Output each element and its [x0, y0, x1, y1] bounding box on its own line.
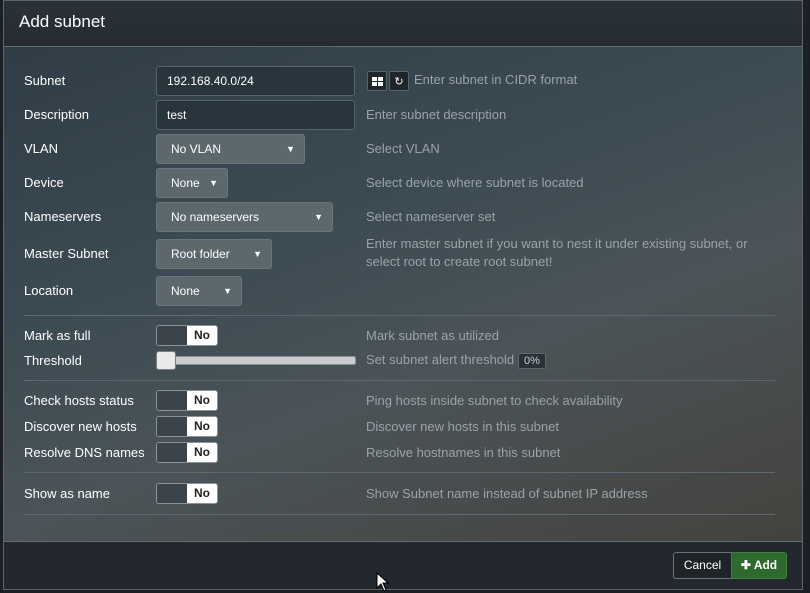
description-hint: Enter subnet description — [366, 107, 507, 122]
master-subnet-row: Master Subnet Root folder ▼ Enter master… — [4, 236, 802, 275]
location-row: Location None ▼ — [4, 276, 802, 306]
master-subnet-hint-line1: Enter master subnet if you want to nest … — [366, 236, 748, 251]
threshold-slider-track[interactable] — [156, 356, 356, 365]
nameservers-select-value: No nameservers — [171, 210, 260, 224]
location-select[interactable]: None ▼ — [156, 276, 242, 306]
toggle-track — [157, 326, 187, 345]
divider — [24, 380, 775, 381]
dialog-body: Subnet 192.168.40.0/24 ↻ Enter subnet in… — [4, 47, 802, 541]
resolve-dns-label: Resolve DNS names — [24, 445, 145, 460]
device-hint: Select device where subnet is located — [366, 175, 584, 190]
vlan-hint: Select VLAN — [366, 141, 440, 156]
discover-hosts-row: Discover new hosts No Discover new hosts… — [4, 416, 802, 437]
subnet-label: Subnet — [24, 73, 66, 88]
check-hosts-hint: Ping hosts inside subnet to check availa… — [366, 393, 623, 408]
show-name-label: Show as name — [24, 486, 110, 501]
discover-hosts-label: Discover new hosts — [24, 419, 137, 434]
toggle-label: No — [187, 484, 217, 503]
device-label: Device — [24, 175, 64, 190]
subnet-row: Subnet 192.168.40.0/24 ↻ Enter subnet in… — [4, 66, 802, 96]
toggle-label: No — [187, 391, 217, 410]
chevron-down-icon: ▼ — [253, 249, 262, 259]
chevron-down-icon: ▼ — [286, 144, 295, 154]
divider — [24, 514, 775, 515]
threshold-label: Threshold — [24, 353, 82, 368]
subnet-hint: Enter subnet in CIDR format — [414, 72, 578, 87]
toggle-track — [157, 484, 187, 503]
master-subnet-select-value: Root folder — [171, 247, 230, 261]
vlan-select[interactable]: No VLAN ▼ — [156, 134, 305, 164]
show-name-hint: Show Subnet name instead of subnet IP ad… — [366, 486, 648, 501]
description-input[interactable]: test — [156, 100, 355, 130]
divider — [24, 315, 775, 316]
mark-full-row: Mark as full No Mark subnet as utilized — [4, 325, 802, 346]
discover-hosts-hint: Discover new hosts in this subnet — [366, 419, 559, 434]
toggle-track — [157, 417, 187, 436]
chevron-down-icon: ▼ — [209, 178, 218, 188]
vlan-select-value: No VLAN — [171, 142, 222, 156]
toggle-track — [157, 443, 187, 462]
threshold-value-badge: 0% — [518, 353, 546, 369]
nameservers-hint: Select nameserver set — [366, 209, 496, 224]
mouse-cursor-icon — [376, 572, 390, 592]
mark-full-toggle[interactable]: No — [156, 325, 218, 346]
grid-icon[interactable] — [367, 71, 387, 91]
toggle-track — [157, 391, 187, 410]
discover-hosts-toggle[interactable]: No — [156, 416, 218, 437]
nameservers-row: Nameservers No nameservers ▼ Select name… — [4, 202, 802, 232]
dialog-header: Add subnet — [4, 1, 802, 47]
master-subnet-select[interactable]: Root folder ▼ — [156, 239, 272, 269]
vlan-row: VLAN No VLAN ▼ Select VLAN — [4, 134, 802, 164]
chevron-down-icon: ▼ — [314, 212, 323, 222]
plus-icon: ✚ — [740, 558, 751, 572]
toggle-label: No — [187, 443, 217, 462]
nameservers-label: Nameservers — [24, 209, 102, 224]
toggle-label: No — [187, 326, 217, 345]
add-button-label: Add — [753, 558, 778, 572]
cancel-button[interactable]: Cancel — [673, 552, 732, 579]
location-label: Location — [24, 283, 74, 298]
show-name-row: Show as name No Show Subnet name instead… — [4, 483, 802, 504]
toggle-label: No — [187, 417, 217, 436]
check-hosts-row: Check hosts status No Ping hosts inside … — [4, 390, 802, 411]
show-name-toggle[interactable]: No — [156, 483, 218, 504]
device-row: Device None ▼ Select device where subnet… — [4, 168, 802, 198]
master-subnet-hint-line2: select root to create root subnet! — [366, 254, 553, 269]
add-button[interactable]: ✚ Add — [731, 552, 787, 579]
device-select-value: None — [171, 176, 200, 190]
nameservers-select[interactable]: No nameservers ▼ — [156, 202, 333, 232]
resolve-dns-hint: Resolve hostnames in this subnet — [366, 445, 561, 460]
subnet-input[interactable]: 192.168.40.0/24 — [156, 66, 355, 96]
divider — [24, 472, 775, 473]
description-label: Description — [24, 107, 90, 122]
device-select[interactable]: None ▼ — [156, 168, 228, 198]
vlan-label: VLAN — [24, 141, 58, 156]
threshold-row: Threshold Set subnet alert threshold 0% — [4, 350, 802, 371]
threshold-hint: Set subnet alert threshold — [366, 352, 515, 367]
description-row: Description test Enter subnet descriptio… — [4, 100, 802, 130]
chevron-down-icon: ▼ — [223, 286, 232, 296]
resolve-dns-toggle[interactable]: No — [156, 442, 218, 463]
check-hosts-toggle[interactable]: No — [156, 390, 218, 411]
dialog-title: Add subnet — [19, 12, 106, 31]
add-subnet-dialog: Add subnet Subnet 192.168.40.0/24 ↻ Ente… — [3, 0, 803, 590]
location-select-value: None — [171, 284, 200, 298]
refresh-icon[interactable]: ↻ — [389, 71, 409, 91]
mark-full-label: Mark as full — [24, 328, 91, 343]
master-subnet-label: Master Subnet — [24, 246, 109, 261]
check-hosts-label: Check hosts status — [24, 393, 134, 408]
mark-full-hint: Mark subnet as utilized — [366, 328, 499, 343]
dialog-footer: Cancel ✚ Add — [4, 541, 802, 589]
threshold-slider-handle[interactable] — [156, 351, 176, 370]
resolve-dns-row: Resolve DNS names No Resolve hostnames i… — [4, 442, 802, 463]
